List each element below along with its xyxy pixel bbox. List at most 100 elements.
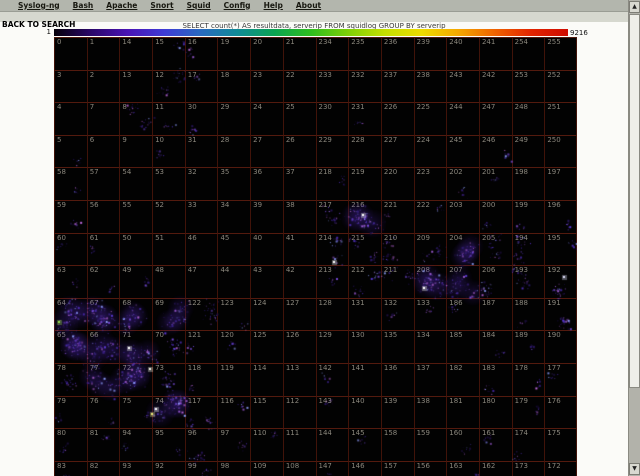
map-cell-211[interactable]: 211 [381,265,414,298]
map-cell-186[interactable]: 186 [446,298,479,331]
map-cell-5[interactable]: 5 [54,135,87,168]
map-cell-225[interactable]: 225 [414,102,447,135]
map-cell-252[interactable]: 252 [544,70,577,103]
map-cell-249[interactable]: 249 [512,135,545,168]
map-cell-251[interactable]: 251 [544,102,577,135]
map-cell-61[interactable]: 61 [87,233,120,266]
map-cell-24[interactable]: 24 [250,102,283,135]
map-cell-229[interactable]: 229 [316,135,349,168]
map-cell-19[interactable]: 19 [217,37,250,70]
map-cell-214[interactable]: 214 [316,233,349,266]
map-cell-117[interactable]: 117 [185,396,218,429]
map-cell-161[interactable]: 161 [479,428,512,461]
map-cell-39[interactable]: 39 [250,200,283,233]
map-cell-179[interactable]: 179 [512,396,545,429]
map-cell-138[interactable]: 138 [414,396,447,429]
map-cell-239[interactable]: 239 [414,37,447,70]
map-cell-68[interactable]: 68 [119,298,152,331]
map-cell-59[interactable]: 59 [54,200,87,233]
map-cell-79[interactable]: 79 [54,396,87,429]
map-cell-241[interactable]: 241 [479,37,512,70]
map-cell-120[interactable]: 120 [217,330,250,363]
vertical-scrollbar[interactable]: ▲ ▼ [628,0,640,476]
map-cell-47[interactable]: 47 [185,265,218,298]
map-cell-180[interactable]: 180 [479,396,512,429]
map-cell-253[interactable]: 253 [512,70,545,103]
map-cell-94[interactable]: 94 [119,428,152,461]
map-cell-192[interactable]: 192 [544,265,577,298]
map-cell-27[interactable]: 27 [250,135,283,168]
map-cell-7[interactable]: 7 [87,102,120,135]
map-cell-29[interactable]: 29 [217,102,250,135]
map-cell-111[interactable]: 111 [283,428,316,461]
map-cell-197[interactable]: 197 [544,167,577,200]
map-cell-189[interactable]: 189 [512,330,545,363]
map-cell-127[interactable]: 127 [283,298,316,331]
map-cell-216[interactable]: 216 [348,200,381,233]
map-cell-48[interactable]: 48 [152,265,185,298]
map-cell-224[interactable]: 224 [414,135,447,168]
menu-item-help[interactable]: Help [264,0,283,12]
map-cell-143[interactable]: 143 [316,396,349,429]
map-cell-176[interactable]: 176 [544,396,577,429]
map-cell-118[interactable]: 118 [185,363,218,396]
map-cell-43[interactable]: 43 [250,265,283,298]
map-cell-31[interactable]: 31 [185,135,218,168]
map-cell-114[interactable]: 114 [250,363,283,396]
map-cell-246[interactable]: 246 [479,135,512,168]
map-cell-64[interactable]: 64 [54,298,87,331]
map-cell-254[interactable]: 254 [512,37,545,70]
map-cell-98[interactable]: 98 [217,461,250,476]
map-cell-18[interactable]: 18 [217,70,250,103]
menu-item-snort[interactable]: Snort [150,0,173,12]
map-cell-250[interactable]: 250 [544,135,577,168]
map-cell-54[interactable]: 54 [119,167,152,200]
map-cell-83[interactable]: 83 [54,461,87,476]
map-cell-160[interactable]: 160 [446,428,479,461]
map-cell-41[interactable]: 41 [283,233,316,266]
map-cell-177[interactable]: 177 [544,363,577,396]
map-cell-119[interactable]: 119 [217,363,250,396]
map-cell-136[interactable]: 136 [381,363,414,396]
map-cell-134[interactable]: 134 [414,330,447,363]
map-cell-174[interactable]: 174 [512,428,545,461]
map-cell-44[interactable]: 44 [217,265,250,298]
map-cell-233[interactable]: 233 [316,70,349,103]
map-cell-38[interactable]: 38 [283,200,316,233]
map-cell-188[interactable]: 188 [512,298,545,331]
map-cell-196[interactable]: 196 [544,200,577,233]
map-cell-121[interactable]: 121 [185,330,218,363]
map-cell-205[interactable]: 205 [479,233,512,266]
map-cell-157[interactable]: 157 [381,461,414,476]
map-cell-248[interactable]: 248 [512,102,545,135]
map-cell-145[interactable]: 145 [348,428,381,461]
map-cell-175[interactable]: 175 [544,428,577,461]
map-cell-191[interactable]: 191 [544,298,577,331]
map-cell-78[interactable]: 78 [54,363,87,396]
map-cell-187[interactable]: 187 [479,298,512,331]
map-cell-240[interactable]: 240 [446,37,479,70]
menu-item-about[interactable]: About [296,0,321,12]
map-cell-11[interactable]: 11 [152,102,185,135]
map-cell-75[interactable]: 75 [119,396,152,429]
map-cell-40[interactable]: 40 [250,233,283,266]
map-cell-3[interactable]: 3 [54,70,87,103]
map-cell-97[interactable]: 97 [217,428,250,461]
map-cell-77[interactable]: 77 [87,363,120,396]
map-cell-62[interactable]: 62 [87,265,120,298]
map-cell-9[interactable]: 9 [119,135,152,168]
map-cell-190[interactable]: 190 [544,330,577,363]
map-cell-108[interactable]: 108 [283,461,316,476]
map-cell-193[interactable]: 193 [512,265,545,298]
map-cell-42[interactable]: 42 [283,265,316,298]
map-cell-226[interactable]: 226 [381,102,414,135]
map-cell-67[interactable]: 67 [87,298,120,331]
map-cell-16[interactable]: 16 [185,37,218,70]
map-cell-132[interactable]: 132 [381,298,414,331]
map-cell-245[interactable]: 245 [446,135,479,168]
map-cell-219[interactable]: 219 [348,167,381,200]
map-cell-14[interactable]: 14 [119,37,152,70]
map-cell-126[interactable]: 126 [283,330,316,363]
map-cell-227[interactable]: 227 [381,135,414,168]
map-cell-212[interactable]: 212 [348,265,381,298]
